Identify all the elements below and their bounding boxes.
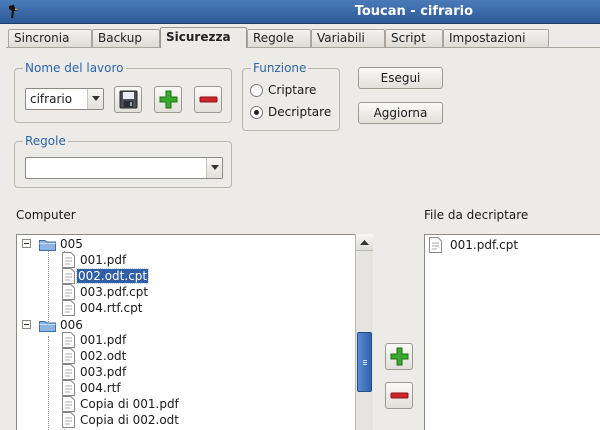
grip-line [363, 362, 367, 363]
run-button[interactable]: Esegui [358, 67, 443, 89]
radio-encrypt-label: Criptare [268, 83, 317, 97]
scroll-up-button[interactable] [356, 234, 373, 251]
chevron-up-icon [360, 240, 369, 245]
tab-variabili[interactable]: Variabili [311, 29, 385, 47]
tree-label: 001.pdf [80, 253, 127, 267]
file-icon [62, 396, 75, 412]
chevron-down-icon[interactable] [206, 158, 222, 178]
list-item[interactable]: 001.pdf.cpt [429, 237, 589, 253]
radio-decrypt-button[interactable] [250, 106, 263, 119]
tree-file[interactable]: Copia di 001.pdf [17, 396, 317, 412]
tree-label: 002.odt [80, 349, 127, 363]
folder-icon [39, 321, 56, 332]
refresh-button[interactable]: Aggiorna [358, 102, 443, 124]
decrypt-file-list[interactable]: 001.pdf.cpt [424, 234, 600, 430]
decrypt-list-label: File da decriptare [424, 208, 529, 222]
tree-folder-006[interactable]: 006 [17, 317, 317, 333]
title-bar: Toucan - cifrario [0, 0, 600, 24]
grip-line [363, 360, 367, 361]
tab-script[interactable]: Script [385, 29, 443, 47]
tree-label: Copia di 002.odt [80, 413, 179, 427]
file-icon [62, 332, 75, 348]
tab-backup[interactable]: Backup [92, 29, 160, 47]
grip-line [363, 364, 367, 365]
job-name-combo[interactable]: cifrario [25, 88, 104, 110]
file-icon [62, 252, 75, 268]
tree-file[interactable]: 004.rtf.cpt [17, 300, 317, 316]
tree-file[interactable]: 003.pdf [17, 364, 317, 380]
radio-encrypt-button[interactable] [250, 84, 263, 97]
remove-icon [390, 392, 409, 399]
tab-sincronia[interactable]: Sincronia [8, 29, 92, 47]
tab-separator [6, 47, 600, 48]
tree-file[interactable]: 001.pdf [17, 332, 317, 348]
collapse-icon[interactable] [22, 320, 31, 329]
tree-label: 003.pdf [80, 365, 127, 379]
tree-file[interactable]: 001.pdf [17, 252, 317, 268]
rules-combo[interactable] [25, 157, 223, 179]
remove-file-button[interactable] [385, 382, 413, 409]
computer-tree[interactable]: 005 001.pdf 002.odt.cpt 003.pdf.cpt 004.… [16, 234, 373, 430]
add-icon [390, 347, 409, 366]
tree-scrollbar[interactable] [355, 234, 373, 430]
chevron-down-icon[interactable] [87, 89, 103, 109]
tree-file[interactable]: 002.odt [17, 348, 317, 364]
window-title: Toucan - cifrario [354, 4, 473, 19]
add-file-button[interactable] [385, 343, 413, 370]
tree-label: 004.rtf.cpt [80, 301, 143, 315]
tree-folder-005[interactable]: 005 [17, 236, 317, 252]
save-job-button[interactable] [114, 86, 142, 113]
tree-label: 002.odt.cpt [75, 268, 150, 284]
tree-label: Copia di 001.pdf [80, 397, 179, 411]
collapse-icon[interactable] [22, 239, 31, 248]
tree-label: 001.pdf [80, 333, 127, 347]
file-icon [62, 300, 75, 316]
tree-file[interactable]: 003.pdf.cpt [17, 284, 317, 300]
tree-file[interactable]: 004.rtf [17, 380, 317, 396]
file-icon [62, 268, 75, 284]
list-item-label: 001.pdf.cpt [450, 238, 519, 252]
tab-regole[interactable]: Regole [247, 29, 311, 47]
radio-decrypt-label: Decriptare [268, 105, 332, 119]
save-icon [119, 90, 138, 109]
remove-icon [199, 96, 218, 103]
file-icon [429, 237, 442, 253]
tree-label: 005 [60, 237, 83, 251]
file-icon [62, 348, 75, 364]
add-job-button[interactable] [154, 86, 182, 113]
file-icon [62, 412, 75, 428]
job-name-legend: Nome del lavoro [25, 61, 124, 75]
scroll-thumb[interactable] [357, 332, 372, 392]
file-icon [62, 364, 75, 380]
remove-job-button[interactable] [194, 86, 222, 113]
tree-label: 003.pdf.cpt [80, 285, 149, 299]
job-name-value: cifrario [30, 92, 73, 106]
tab-impostazioni[interactable]: Impostazioni [443, 29, 549, 47]
file-icon [62, 380, 75, 396]
computer-label: Computer [16, 208, 76, 222]
rules-legend: Regole [25, 134, 66, 148]
add-icon [159, 90, 178, 109]
tree-file-selected[interactable]: 002.odt.cpt [17, 268, 317, 284]
file-icon [62, 284, 75, 300]
function-legend: Funzione [253, 61, 307, 75]
tree-label: 006 [60, 318, 83, 332]
tree-label: 004.rtf [80, 381, 121, 395]
tab-sicurezza[interactable]: Sicurezza [160, 27, 247, 48]
tree-file[interactable]: Copia di 002.odt [17, 412, 317, 428]
tab-bar: Sincronia Backup Sicurezza Regole Variab… [8, 27, 598, 48]
folder-icon [39, 240, 56, 251]
